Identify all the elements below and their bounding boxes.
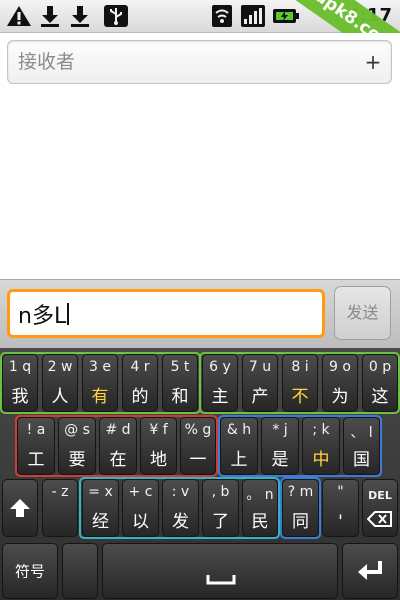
key-u[interactable]: 7 u产 bbox=[242, 354, 278, 412]
add-contact-icon[interactable]: + bbox=[361, 51, 385, 73]
key-l[interactable]: 、 l国 bbox=[343, 417, 380, 475]
key-q[interactable]: 1 q我 bbox=[2, 354, 38, 412]
space-icon bbox=[206, 570, 236, 589]
key-n[interactable]: 。 n民 bbox=[242, 479, 278, 537]
key-r[interactable]: 4 r的 bbox=[122, 354, 158, 412]
key-j[interactable]: * j是 bbox=[261, 417, 299, 475]
key-s[interactable]: @ s要 bbox=[58, 417, 96, 475]
status-bar: 4:17 apk8.com bbox=[0, 0, 400, 78]
key-m[interactable]: ? m同 bbox=[282, 479, 319, 537]
key-c[interactable]: + c以 bbox=[122, 479, 159, 537]
backspace-icon bbox=[363, 511, 397, 527]
recipient-area: + bbox=[0, 33, 400, 279]
send-button[interactable]: 发送 bbox=[334, 286, 391, 340]
enter-key[interactable] bbox=[342, 543, 398, 599]
shift-key[interactable] bbox=[2, 479, 38, 537]
symbols-key[interactable]: 符号 bbox=[2, 543, 58, 599]
key-f[interactable]: ¥ f地 bbox=[140, 417, 177, 475]
compose-bar: n多L 发送 bbox=[0, 279, 400, 348]
download-icon bbox=[38, 4, 62, 28]
key-d[interactable]: # d在 bbox=[99, 417, 137, 475]
warning-icon bbox=[5, 4, 33, 28]
key-h[interactable]: & h上 bbox=[220, 417, 258, 475]
shift-icon bbox=[3, 497, 37, 519]
usb-icon bbox=[102, 4, 130, 28]
download-icon bbox=[68, 4, 92, 28]
key-g[interactable]: % g一 bbox=[180, 417, 216, 475]
key-x[interactable]: = x经 bbox=[82, 479, 119, 537]
key-b[interactable]: , b了 bbox=[202, 479, 239, 537]
key-v[interactable]: : v发 bbox=[162, 479, 199, 537]
recipient-box[interactable]: + bbox=[7, 40, 392, 84]
enter-icon bbox=[343, 558, 397, 584]
key-y[interactable]: 6 y主 bbox=[202, 354, 238, 412]
text-cursor bbox=[67, 302, 70, 325]
key-e[interactable]: 3 e有 bbox=[82, 354, 118, 412]
recipient-input[interactable] bbox=[18, 41, 348, 83]
blank-key[interactable] bbox=[62, 543, 98, 599]
key-o[interactable]: 9 o为 bbox=[322, 354, 358, 412]
signal-icon bbox=[240, 4, 266, 28]
key-a[interactable]: ! a工 bbox=[17, 417, 55, 475]
delete-key[interactable]: DEL bbox=[362, 479, 398, 537]
key-quote[interactable]: " ' bbox=[322, 479, 359, 537]
keyboard: 1 q我 2 w人 3 e有 4 r的 5 t和 6 y主 7 u产 8 i不 … bbox=[0, 348, 400, 600]
key-z[interactable]: - z bbox=[42, 479, 78, 537]
key-t[interactable]: 5 t和 bbox=[162, 354, 198, 412]
key-p[interactable]: 0 p这 bbox=[362, 354, 398, 412]
space-key[interactable] bbox=[102, 543, 338, 599]
battery-charging-icon bbox=[272, 4, 300, 28]
key-k[interactable]: ; k中 bbox=[302, 417, 340, 475]
key-w[interactable]: 2 w人 bbox=[42, 354, 78, 412]
message-text: n多L bbox=[18, 303, 67, 329]
wifi-icon bbox=[211, 4, 233, 28]
key-i[interactable]: 8 i不 bbox=[282, 354, 318, 412]
message-input[interactable]: n多L bbox=[7, 289, 325, 338]
